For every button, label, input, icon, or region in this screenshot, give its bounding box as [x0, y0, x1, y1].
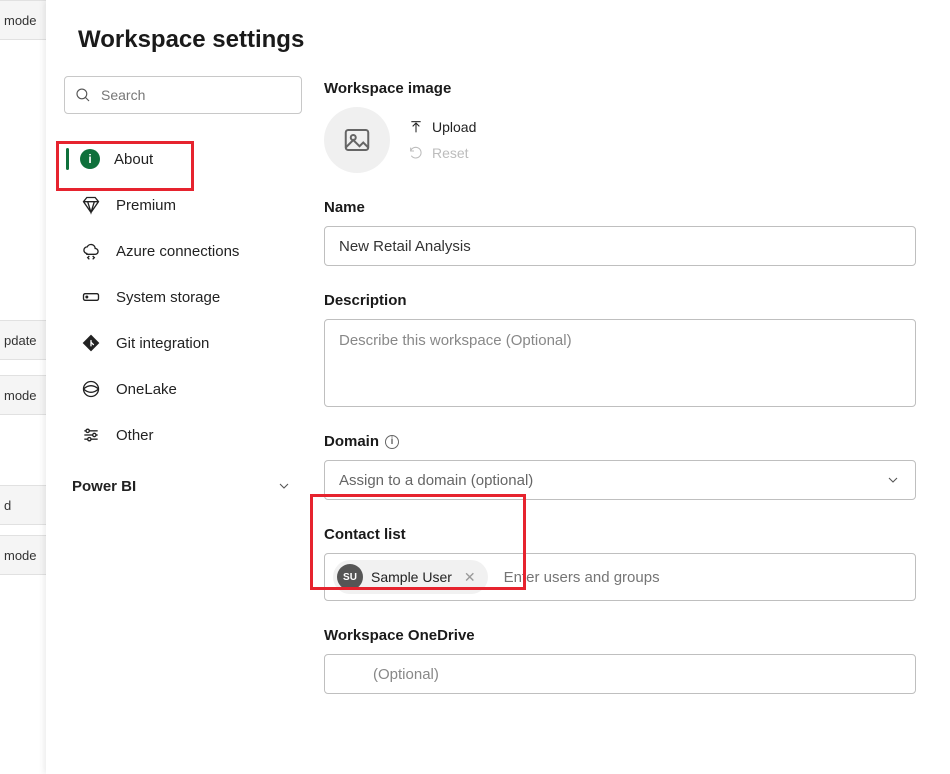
sidebar: i About Premium Azure connections System… — [64, 76, 302, 748]
sidebar-item-label: OneLake — [116, 381, 177, 398]
name-input[interactable] — [324, 226, 916, 266]
bg-row: mode — [0, 375, 46, 415]
cloud-sync-icon — [80, 240, 102, 262]
sidebar-item-label: Other — [116, 427, 154, 444]
sidebar-item-storage[interactable]: System storage — [64, 274, 302, 320]
search-icon — [74, 86, 92, 104]
git-icon — [80, 332, 102, 354]
sidebar-item-azure[interactable]: Azure connections — [64, 228, 302, 274]
upload-icon — [408, 119, 424, 135]
contact-text-input[interactable] — [496, 569, 907, 586]
domain-label: Domain i — [324, 433, 916, 450]
avatar: SU — [337, 564, 363, 590]
sidebar-item-onelake[interactable]: OneLake — [64, 366, 302, 412]
info-icon[interactable]: i — [385, 435, 399, 449]
group-label: Power BI — [72, 478, 136, 495]
domain-select[interactable]: Assign to a domain (optional) — [324, 460, 916, 500]
search-input[interactable] — [64, 76, 302, 114]
image-icon — [342, 125, 372, 155]
sidebar-item-label: About — [114, 151, 153, 168]
search-box[interactable] — [64, 76, 302, 114]
contact-list-input[interactable]: SU Sample User ✕ — [324, 553, 916, 601]
main-content: Workspace image Upload Reset Name — [324, 76, 916, 748]
sidebar-group-powerbi[interactable]: Power BI — [64, 466, 302, 506]
bg-row: mode — [0, 0, 46, 40]
contact-chip[interactable]: SU Sample User ✕ — [333, 560, 488, 594]
settings-panel: Workspace settings i About Premium Azure… — [46, 0, 950, 774]
storage-icon — [80, 286, 102, 308]
sidebar-item-git[interactable]: Git integration — [64, 320, 302, 366]
onedrive-input[interactable] — [324, 654, 916, 694]
chevron-down-icon — [885, 472, 901, 488]
sidebar-item-label: System storage — [116, 289, 220, 306]
reset-button: Reset — [408, 145, 476, 161]
page-title: Workspace settings — [64, 26, 916, 54]
bg-row: d — [0, 485, 46, 525]
sidebar-item-label: Azure connections — [116, 243, 239, 260]
reset-label: Reset — [432, 145, 469, 161]
bg-row: mode — [0, 535, 46, 575]
upload-label: Upload — [432, 119, 476, 135]
sidebar-item-other[interactable]: Other — [64, 412, 302, 458]
remove-chip-icon[interactable]: ✕ — [460, 569, 480, 586]
sidebar-item-label: Git integration — [116, 335, 209, 352]
contact-list-label: Contact list — [324, 526, 916, 543]
contact-chip-name: Sample User — [371, 569, 452, 585]
description-label: Description — [324, 292, 916, 309]
upload-button[interactable]: Upload — [408, 119, 476, 135]
reset-icon — [408, 145, 424, 161]
domain-placeholder: Assign to a domain (optional) — [339, 472, 533, 489]
sidebar-item-about[interactable]: i About — [64, 136, 302, 182]
onedrive-label: Workspace OneDrive — [324, 627, 916, 644]
description-input[interactable] — [324, 319, 916, 407]
workspace-image-placeholder[interactable] — [324, 107, 390, 173]
name-label: Name — [324, 199, 916, 216]
sidebar-item-premium[interactable]: Premium — [64, 182, 302, 228]
info-icon: i — [80, 149, 100, 169]
sliders-icon — [80, 424, 102, 446]
sidebar-item-label: Premium — [116, 197, 176, 214]
chevron-down-icon — [276, 478, 292, 494]
diamond-icon — [80, 194, 102, 216]
onelake-icon — [80, 378, 102, 400]
bg-row: pdate — [0, 320, 46, 360]
workspace-image-label: Workspace image — [324, 80, 916, 97]
